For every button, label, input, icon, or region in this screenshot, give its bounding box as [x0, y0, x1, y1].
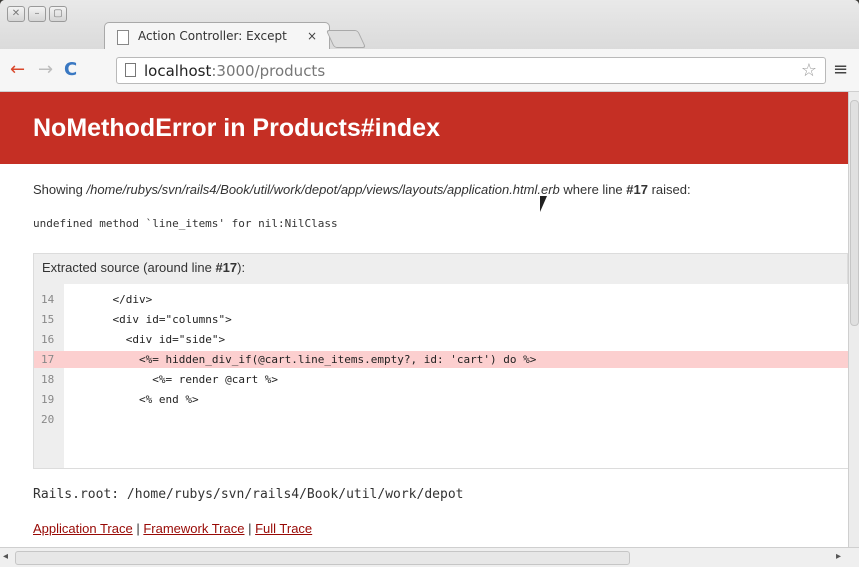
back-arrow-icon[interactable]: ←	[10, 61, 25, 79]
scroll-left-icon[interactable]: ◂	[3, 551, 8, 562]
bookmark-star-icon[interactable]: ☆	[801, 60, 817, 81]
forward-arrow-icon[interactable]: →	[38, 61, 53, 79]
line-number: 15	[41, 313, 55, 326]
rails-root: Rails.root: /home/rubys/svn/rails4/Book/…	[33, 487, 464, 502]
url-text[interactable]: localhost:3000/products	[144, 62, 325, 80]
page-icon	[117, 30, 129, 45]
code-text: </div>	[86, 293, 153, 306]
template-path: /home/rubys/svn/rails4/Book/util/work/de…	[86, 182, 560, 197]
vertical-scrollbar[interactable]	[848, 92, 859, 547]
trace-links: Application Trace | Framework Trace | Fu…	[33, 521, 312, 536]
line-number: 18	[41, 373, 55, 386]
code-text: <div id="side">	[86, 333, 226, 346]
extracted-source: Extracted source (around line #17): 14 <…	[33, 253, 848, 469]
close-window-button[interactable]: ✕	[7, 6, 25, 22]
trace-separator: |	[132, 521, 144, 536]
code-text: <%= render @cart %>	[86, 373, 279, 386]
code-line: 18 <%= render @cart %>	[34, 371, 848, 388]
code-line: 19 <% end %>	[34, 391, 848, 408]
mouse-cursor-icon	[540, 196, 554, 212]
page-title: NoMethodError in Products#index	[33, 114, 440, 142]
line-number: 19	[41, 393, 55, 406]
line-number: 14	[41, 293, 55, 306]
line-number: 16	[41, 333, 55, 346]
maximize-window-button[interactable]: ▢	[49, 6, 67, 22]
reload-icon[interactable]: C	[64, 61, 77, 79]
code-text: <div id="columns">	[86, 313, 232, 326]
page-content: NoMethodError in Products#index Showing …	[0, 92, 848, 547]
window-controls: ✕ – ▢	[7, 6, 67, 22]
framework-trace-link[interactable]: Framework Trace	[143, 521, 244, 536]
title-bar: ✕ – ▢ Action Controller: Except ×	[0, 0, 859, 54]
horizontal-scrollbar[interactable]: ◂ ▸	[0, 547, 859, 567]
vertical-scroll-thumb[interactable]	[850, 100, 859, 326]
full-trace-link[interactable]: Full Trace	[255, 521, 312, 536]
trace-separator: |	[244, 521, 256, 536]
horizontal-scroll-thumb[interactable]	[15, 551, 630, 565]
menu-icon[interactable]: ≡	[833, 59, 848, 80]
minimize-window-button[interactable]: –	[28, 6, 46, 22]
showing-suffix: raised:	[647, 182, 691, 197]
line-number: 20	[41, 413, 55, 426]
code-line: 15 <div id="columns">	[34, 311, 848, 328]
scroll-right-icon[interactable]: ▸	[836, 551, 841, 562]
address-bar[interactable]: localhost:3000/products ☆	[116, 57, 826, 84]
application-trace-link[interactable]: Application Trace	[33, 521, 133, 536]
showing-prefix: Showing	[33, 182, 87, 197]
code-line: 16 <div id="side">	[34, 331, 848, 348]
code-text: <% end %>	[86, 393, 199, 406]
new-tab-button[interactable]	[325, 30, 367, 48]
error-message: undefined method `line_items' for nil:Ni…	[33, 217, 338, 230]
source-heading-prefix: Extracted source (around line	[42, 260, 216, 275]
code-line-highlighted: 17 <%= hidden_div_if(@cart.line_items.em…	[34, 351, 848, 368]
tab-title: Action Controller: Except	[138, 29, 287, 43]
browser-tab[interactable]: Action Controller: Except ×	[104, 22, 330, 50]
showing-mid: where line	[559, 182, 627, 197]
error-header: NoMethodError in Products#index	[0, 92, 848, 164]
page-icon	[125, 63, 136, 77]
tab-close-icon[interactable]: ×	[307, 29, 317, 43]
url-host: localhost	[144, 62, 212, 80]
line-number: 17	[41, 353, 55, 366]
code-block: 14 </div> 15 <div id="columns"> 16 <div id…	[34, 284, 848, 468]
browser-window: ✕ – ▢ Action Controller: Except × ← → C …	[0, 0, 859, 567]
source-heading-suffix: ):	[237, 260, 246, 275]
code-line: 14 </div>	[34, 291, 848, 308]
url-path: :3000/products	[211, 62, 326, 80]
code-line: 20	[34, 411, 848, 428]
browser-toolbar: ← → C localhost:3000/products ☆ ≡	[0, 49, 859, 92]
source-heading-line: #17	[215, 260, 238, 275]
code-text: <%= hidden_div_if(@cart.line_items.empty…	[86, 353, 537, 366]
line-number: #17	[626, 182, 648, 197]
source-heading: Extracted source (around line #17):	[42, 260, 245, 275]
showing-text: Showing /home/rubys/svn/rails4/Book/util…	[33, 182, 691, 197]
